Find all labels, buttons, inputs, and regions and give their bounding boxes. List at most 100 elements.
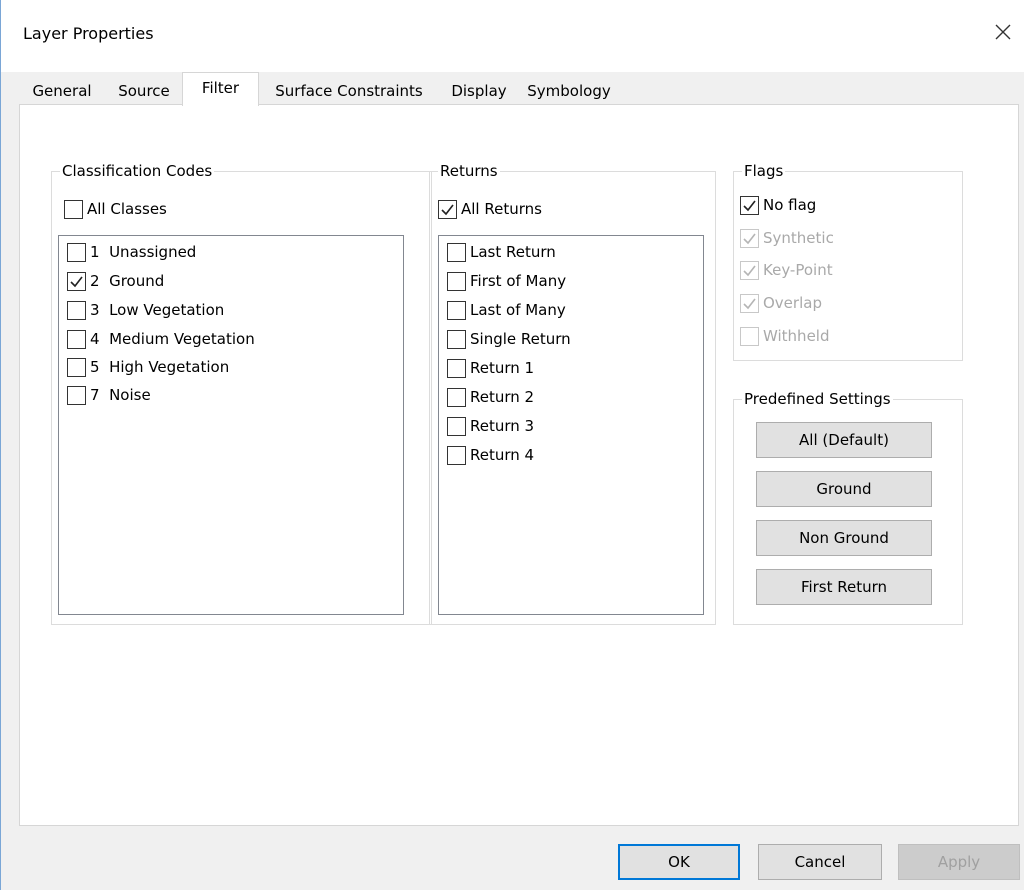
layer-properties-dialog: Layer Properties General Source Filter S… bbox=[0, 0, 1024, 890]
return-item-first-of-many[interactable]: First of Many bbox=[447, 270, 566, 292]
checkmark-icon bbox=[743, 233, 756, 244]
tab-label: Filter bbox=[201, 79, 240, 97]
list-item-label: Return 2 bbox=[470, 388, 535, 406]
list-item-label: 2 Ground bbox=[90, 272, 165, 290]
checkmark-icon bbox=[743, 298, 756, 309]
list-item-label: Return 4 bbox=[470, 446, 535, 464]
classification-codes-group: Classification Codes All Classes 1 Unass… bbox=[51, 161, 432, 625]
close-icon bbox=[995, 24, 1011, 40]
class-item-medium-vegetation[interactable]: 4 Medium Vegetation bbox=[67, 328, 255, 350]
cancel-button[interactable]: Cancel bbox=[758, 844, 882, 880]
return-item-return-4[interactable]: Return 4 bbox=[447, 444, 534, 466]
flags-group: Flags No flag Synthetic Key-Point Overla… bbox=[733, 161, 963, 361]
tab-display[interactable]: Display bbox=[439, 78, 519, 104]
tab-label: Symbology bbox=[527, 82, 611, 100]
flag-label: Withheld bbox=[763, 327, 830, 345]
checkmark-icon bbox=[441, 204, 454, 215]
checkbox-box[interactable] bbox=[67, 385, 86, 405]
return-item-return-1[interactable]: Return 1 bbox=[447, 357, 534, 379]
returns-listbox[interactable]: Last Return First of Many Last of Many S… bbox=[438, 235, 704, 615]
return-item-return-3[interactable]: Return 3 bbox=[447, 415, 534, 437]
tab-label: General bbox=[32, 82, 92, 100]
list-item-label: First of Many bbox=[470, 272, 567, 290]
title-bar: Layer Properties bbox=[1, 0, 1024, 72]
tab-filter[interactable]: Filter bbox=[182, 72, 259, 106]
class-item-low-vegetation[interactable]: 3 Low Vegetation bbox=[67, 299, 224, 321]
list-item-label: Return 3 bbox=[470, 417, 535, 435]
class-item-noise[interactable]: 7 Noise bbox=[67, 384, 151, 406]
classification-listbox[interactable]: 1 Unassigned 2 Ground 3 Low Vegetation 4… bbox=[58, 235, 404, 615]
class-item-unassigned[interactable]: 1 Unassigned bbox=[67, 241, 196, 263]
return-item-single-return[interactable]: Single Return bbox=[447, 328, 571, 350]
return-item-return-2[interactable]: Return 2 bbox=[447, 386, 534, 408]
dialog-footer: OK Cancel Apply bbox=[1, 828, 1024, 890]
preset-ground-button[interactable]: Ground bbox=[756, 471, 932, 507]
flag-label: Key-Point bbox=[763, 261, 833, 279]
checkbox-box bbox=[740, 228, 759, 248]
all-returns-checkbox[interactable]: All Returns bbox=[438, 198, 542, 220]
checkbox-box[interactable] bbox=[67, 300, 86, 320]
tab-general[interactable]: General bbox=[19, 78, 105, 104]
flags-legend: Flags bbox=[742, 161, 786, 181]
apply-button: Apply bbox=[898, 844, 1020, 880]
preset-first-return-button[interactable]: First Return bbox=[756, 569, 932, 605]
checkbox-box[interactable] bbox=[438, 199, 457, 219]
returns-group: Returns All Returns Last Return First of… bbox=[429, 161, 716, 625]
list-item-label: Return 1 bbox=[470, 359, 535, 377]
ok-button[interactable]: OK bbox=[618, 844, 740, 880]
flag-label: No flag bbox=[763, 196, 817, 214]
flag-label: Synthetic bbox=[763, 229, 834, 247]
checkbox-box[interactable] bbox=[67, 271, 86, 291]
class-item-ground[interactable]: 2 Ground bbox=[67, 270, 164, 292]
preset-all-default-button[interactable]: All (Default) bbox=[756, 422, 932, 458]
tab-source[interactable]: Source bbox=[109, 78, 179, 104]
all-classes-checkbox[interactable]: All Classes bbox=[64, 198, 167, 220]
checkbox-box[interactable] bbox=[447, 445, 466, 465]
list-item-label: Last of Many bbox=[470, 301, 566, 319]
checkmark-icon bbox=[743, 265, 756, 276]
checkbox-box[interactable] bbox=[447, 271, 466, 291]
checkmark-icon bbox=[743, 200, 756, 211]
list-item-label: 7 Noise bbox=[90, 386, 151, 404]
checkbox-box[interactable] bbox=[447, 329, 466, 349]
predefined-settings-legend: Predefined Settings bbox=[742, 389, 893, 409]
flag-overlap-checkbox: Overlap bbox=[740, 292, 822, 314]
checkbox-box bbox=[740, 260, 759, 280]
list-item-label: 1 Unassigned bbox=[90, 243, 197, 261]
flag-synthetic-checkbox: Synthetic bbox=[740, 227, 834, 249]
tab-symbology[interactable]: Symbology bbox=[519, 78, 619, 104]
class-item-high-vegetation[interactable]: 5 High Vegetation bbox=[67, 356, 229, 378]
checkmark-icon bbox=[70, 276, 83, 287]
checkbox-box[interactable] bbox=[447, 300, 466, 320]
checkbox-box[interactable] bbox=[67, 357, 86, 377]
list-item-label: Single Return bbox=[470, 330, 571, 348]
flag-key-point-checkbox: Key-Point bbox=[740, 259, 833, 281]
classification-codes-legend: Classification Codes bbox=[60, 161, 215, 181]
checkbox-box bbox=[740, 326, 759, 346]
list-item-label: 4 Medium Vegetation bbox=[90, 330, 255, 348]
checkbox-box[interactable] bbox=[67, 329, 86, 349]
checkbox-box[interactable] bbox=[447, 387, 466, 407]
checkbox-box[interactable] bbox=[64, 199, 83, 219]
checkbox-box[interactable] bbox=[447, 242, 466, 262]
window-title: Layer Properties bbox=[23, 24, 154, 43]
return-item-last-of-many[interactable]: Last of Many bbox=[447, 299, 566, 321]
tab-label: Source bbox=[118, 82, 170, 100]
checkbox-box[interactable] bbox=[447, 358, 466, 378]
tab-surface-constraints[interactable]: Surface Constraints bbox=[263, 78, 435, 104]
checkbox-box bbox=[740, 293, 759, 313]
checkbox-box[interactable] bbox=[447, 416, 466, 436]
flag-withheld-checkbox: Withheld bbox=[740, 325, 829, 347]
return-item-last-return[interactable]: Last Return bbox=[447, 241, 556, 263]
close-button[interactable] bbox=[981, 12, 1024, 52]
flag-no-flag-checkbox[interactable]: No flag bbox=[740, 194, 816, 216]
preset-non-ground-button[interactable]: Non Ground bbox=[756, 520, 932, 556]
list-item-label: Last Return bbox=[470, 243, 556, 261]
predefined-settings-group: Predefined Settings All (Default) Ground… bbox=[733, 389, 963, 625]
checkbox-box[interactable] bbox=[740, 195, 759, 215]
all-classes-label: All Classes bbox=[87, 200, 167, 218]
tab-label: Surface Constraints bbox=[275, 82, 423, 100]
list-item-label: 5 High Vegetation bbox=[90, 358, 230, 376]
filter-tab-panel: Classification Codes All Classes 1 Unass… bbox=[19, 104, 1019, 826]
checkbox-box[interactable] bbox=[67, 242, 86, 262]
